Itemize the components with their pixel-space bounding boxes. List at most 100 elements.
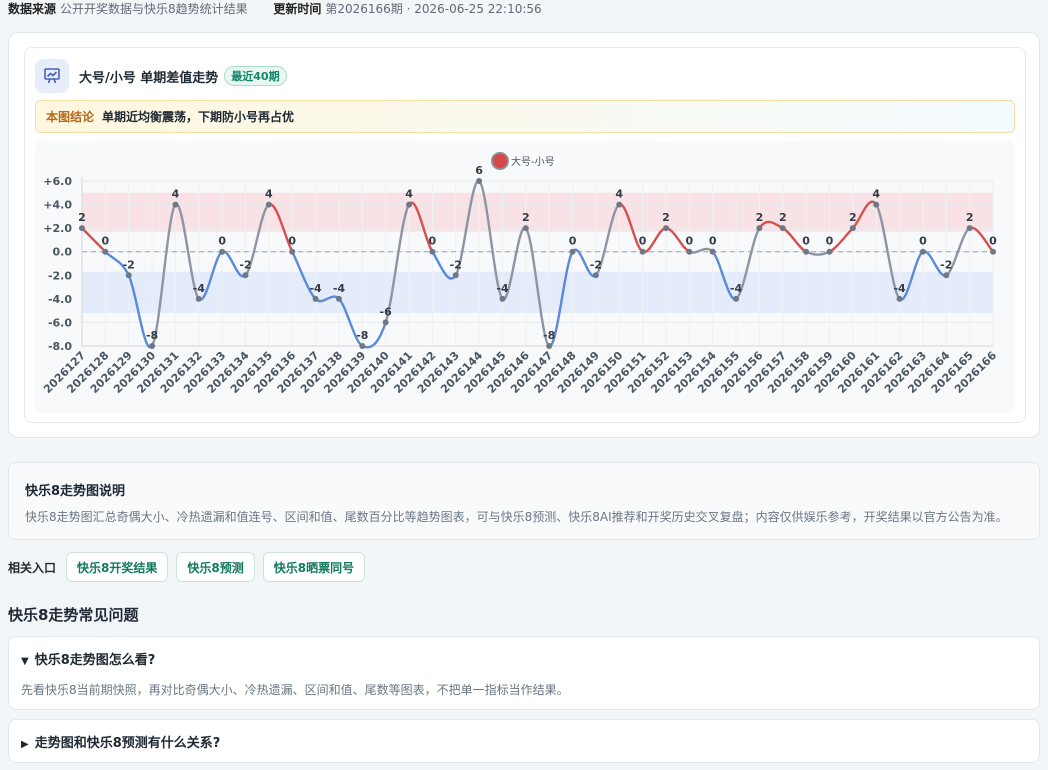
data-label: -4 [309, 282, 322, 295]
data-point [172, 201, 179, 208]
data-label: -4 [333, 282, 346, 295]
data-point [709, 248, 716, 255]
faq-question: 快乐8走势图怎么看? [34, 653, 156, 668]
data-point [990, 248, 996, 255]
data-point [149, 343, 156, 349]
source-value: 公开开奖数据与快乐8趋势统计结果 [60, 2, 248, 16]
data-point [569, 248, 576, 255]
data-label: 4 [265, 188, 273, 201]
data-point [592, 272, 599, 279]
description-title: 快乐8走势图说明 [25, 484, 126, 499]
data-point [826, 248, 833, 255]
data-label: 4 [405, 188, 413, 201]
data-label: 2 [966, 211, 974, 224]
link-shared-tickets[interactable]: 快乐8晒票同号 [262, 552, 366, 582]
data-label: -6 [380, 305, 393, 318]
data-point [452, 272, 459, 279]
data-point [79, 225, 85, 232]
y-tick-label: +6.0 [43, 175, 72, 188]
data-point [522, 225, 529, 232]
triangle-right-icon: ▶ [21, 739, 29, 750]
data-label: 0 [569, 235, 577, 248]
data-label: 2 [756, 211, 764, 224]
data-label: 0 [639, 235, 647, 248]
data-point [242, 272, 249, 279]
data-point [662, 225, 669, 232]
description-text: 快乐8走势图汇总奇偶大小、冷热遗漏和值连号、区间和值、尾数百分比等趋势图表，可与… [25, 510, 1008, 524]
data-point [849, 225, 856, 232]
data-point [966, 225, 973, 232]
data-point [335, 295, 342, 302]
plot-area: +6.0 +4.0 +2.0 0.0 -2.0 -4.0 -6.0 -8.0 2 0 -2 -8 4 -4… [35, 141, 1015, 413]
data-label: -8 [543, 329, 555, 342]
y-tick-label: -4.0 [48, 293, 72, 306]
data-point [616, 201, 623, 208]
data-point [896, 295, 903, 302]
data-point [943, 272, 950, 279]
data-label: -4 [193, 282, 206, 295]
data-label: 2 [779, 211, 787, 224]
faq-item: ▼ 快乐8走势图怎么看? 先看快乐8当前期快照，再对比奇偶大小、冷热遗漏、区间和值… [8, 636, 1040, 710]
data-label: -8 [356, 329, 368, 342]
data-label: 2 [849, 211, 857, 224]
faq-item: ▶ 走势图和快乐8预测有什么关系? [8, 719, 1040, 763]
data-label: 0 [288, 235, 296, 248]
data-point [289, 248, 296, 255]
conclusion-banner: 本图结论 单期近均衡震荡，下期防小号再占优 [35, 100, 1015, 133]
meta-bar: 数据来源 公开开奖数据与快乐8趋势统计结果 更新时间 第2026166期 · 202… [8, 0, 542, 16]
y-tick-label: +2.0 [43, 222, 72, 235]
range-badge: 最近40期 [224, 66, 287, 86]
data-point [733, 295, 740, 302]
data-label: 0 [826, 235, 834, 248]
data-label: 2 [522, 211, 530, 224]
data-label: -8 [146, 329, 158, 342]
data-point [359, 343, 366, 349]
link-draw-results[interactable]: 快乐8开奖结果 [66, 552, 169, 582]
data-point [125, 272, 132, 279]
faq-question-toggle[interactable]: ▶ 走势图和快乐8预测有什么关系? [21, 732, 220, 751]
legend-label: 大号-小号 [511, 155, 555, 168]
data-label: 0 [989, 235, 997, 248]
data-point [873, 201, 880, 208]
data-point [756, 225, 763, 232]
data-label: 4 [172, 188, 180, 201]
data-point [803, 248, 810, 255]
data-label: -4 [730, 282, 743, 295]
data-label: 0 [709, 235, 717, 248]
y-tick-label: +4.0 [43, 199, 72, 212]
y-tick-label: 0.0 [53, 246, 73, 259]
data-label: -4 [893, 282, 906, 295]
y-tick-label: -8.0 [48, 340, 72, 353]
chart-section: 大号/小号 单期差值走势 最近40期 本图结论 单期近均衡震荡，下期防小号再占优… [8, 32, 1040, 438]
data-point [195, 295, 202, 302]
related-links: 相关入口 快乐8开奖结果 快乐8预测 快乐8晒票同号 [8, 552, 373, 582]
data-label: 0 [429, 235, 437, 248]
data-label: 0 [919, 235, 927, 248]
faq-answer: 先看快乐8当前期快照，再对比奇偶大小、冷热遗漏、区间和值、尾数等图表，不把单一指… [21, 683, 569, 697]
chart-header: 大号/小号 单期差值走势 最近40期 [35, 59, 287, 93]
data-label: 2 [662, 211, 670, 224]
data-point [265, 201, 272, 208]
link-prediction[interactable]: 快乐8预测 [176, 552, 255, 582]
data-label: 0 [102, 235, 110, 248]
data-point [219, 248, 226, 255]
data-label: -2 [123, 258, 135, 271]
y-tick-label: -6.0 [48, 316, 72, 329]
data-point [919, 248, 926, 255]
difference-line-chart: +6.0 +4.0 +2.0 0.0 -2.0 -4.0 -6.0 -8.0 2 0 -2 -8 4 -4… [41, 152, 999, 396]
data-label: 0 [218, 235, 226, 248]
data-label: 0 [686, 235, 694, 248]
data-label: 2 [78, 211, 86, 224]
data-point [779, 225, 786, 232]
faq-question-toggle[interactable]: ▼ 快乐8走势图怎么看? [21, 649, 155, 668]
conclusion-text: 单期近均衡震荡，下期防小号再占优 [102, 110, 295, 124]
data-point [429, 248, 436, 255]
conclusion-label: 本图结论 [46, 110, 95, 124]
description-card: 快乐8走势图说明 快乐8走势图汇总奇偶大小、冷热遗漏和值连号、区间和值、尾数百分… [8, 462, 1040, 540]
data-label: -4 [496, 282, 509, 295]
data-label: -2 [940, 258, 952, 271]
chart-title: 大号/小号 单期差值走势 [79, 70, 219, 86]
related-links-label: 相关入口 [8, 560, 57, 575]
data-label: -2 [450, 258, 462, 271]
data-point [476, 178, 483, 184]
